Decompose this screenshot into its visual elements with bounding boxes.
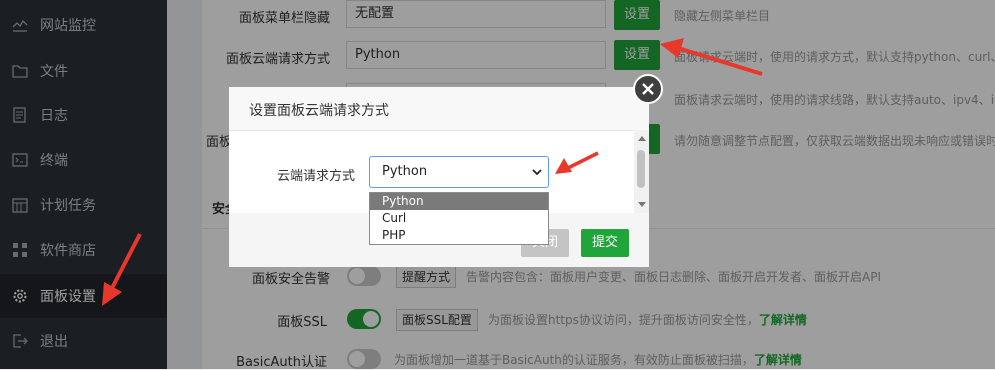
dropdown-option[interactable]: PHP xyxy=(370,227,548,244)
cloud-method-field-label: 云端请求方式 xyxy=(277,169,356,184)
dropdown-option[interactable]: Curl xyxy=(370,210,548,227)
scroll-down-arrow-icon[interactable] xyxy=(638,202,646,207)
modal-title: 设置面板云端请求方式 xyxy=(249,103,389,119)
annotation-arrow-select xyxy=(555,151,599,174)
annotation-arrow-sidebar xyxy=(102,233,142,306)
annotation-arrow-settings-button xyxy=(660,38,763,76)
modal-header: 设置面板云端请求方式 xyxy=(229,87,649,131)
chevron-down-icon xyxy=(532,169,542,176)
select-value: Python xyxy=(382,164,428,179)
modal-scrollbar[interactable] xyxy=(634,130,649,213)
scroll-thumb[interactable] xyxy=(637,150,645,188)
scroll-up-arrow-icon[interactable] xyxy=(638,136,646,141)
cloud-method-select[interactable]: Python xyxy=(369,156,549,188)
dropdown-option[interactable]: Python xyxy=(370,193,548,210)
modal-submit-button[interactable]: 提交 xyxy=(581,229,629,257)
cloud-method-dropdown: Python Curl PHP xyxy=(369,192,549,245)
